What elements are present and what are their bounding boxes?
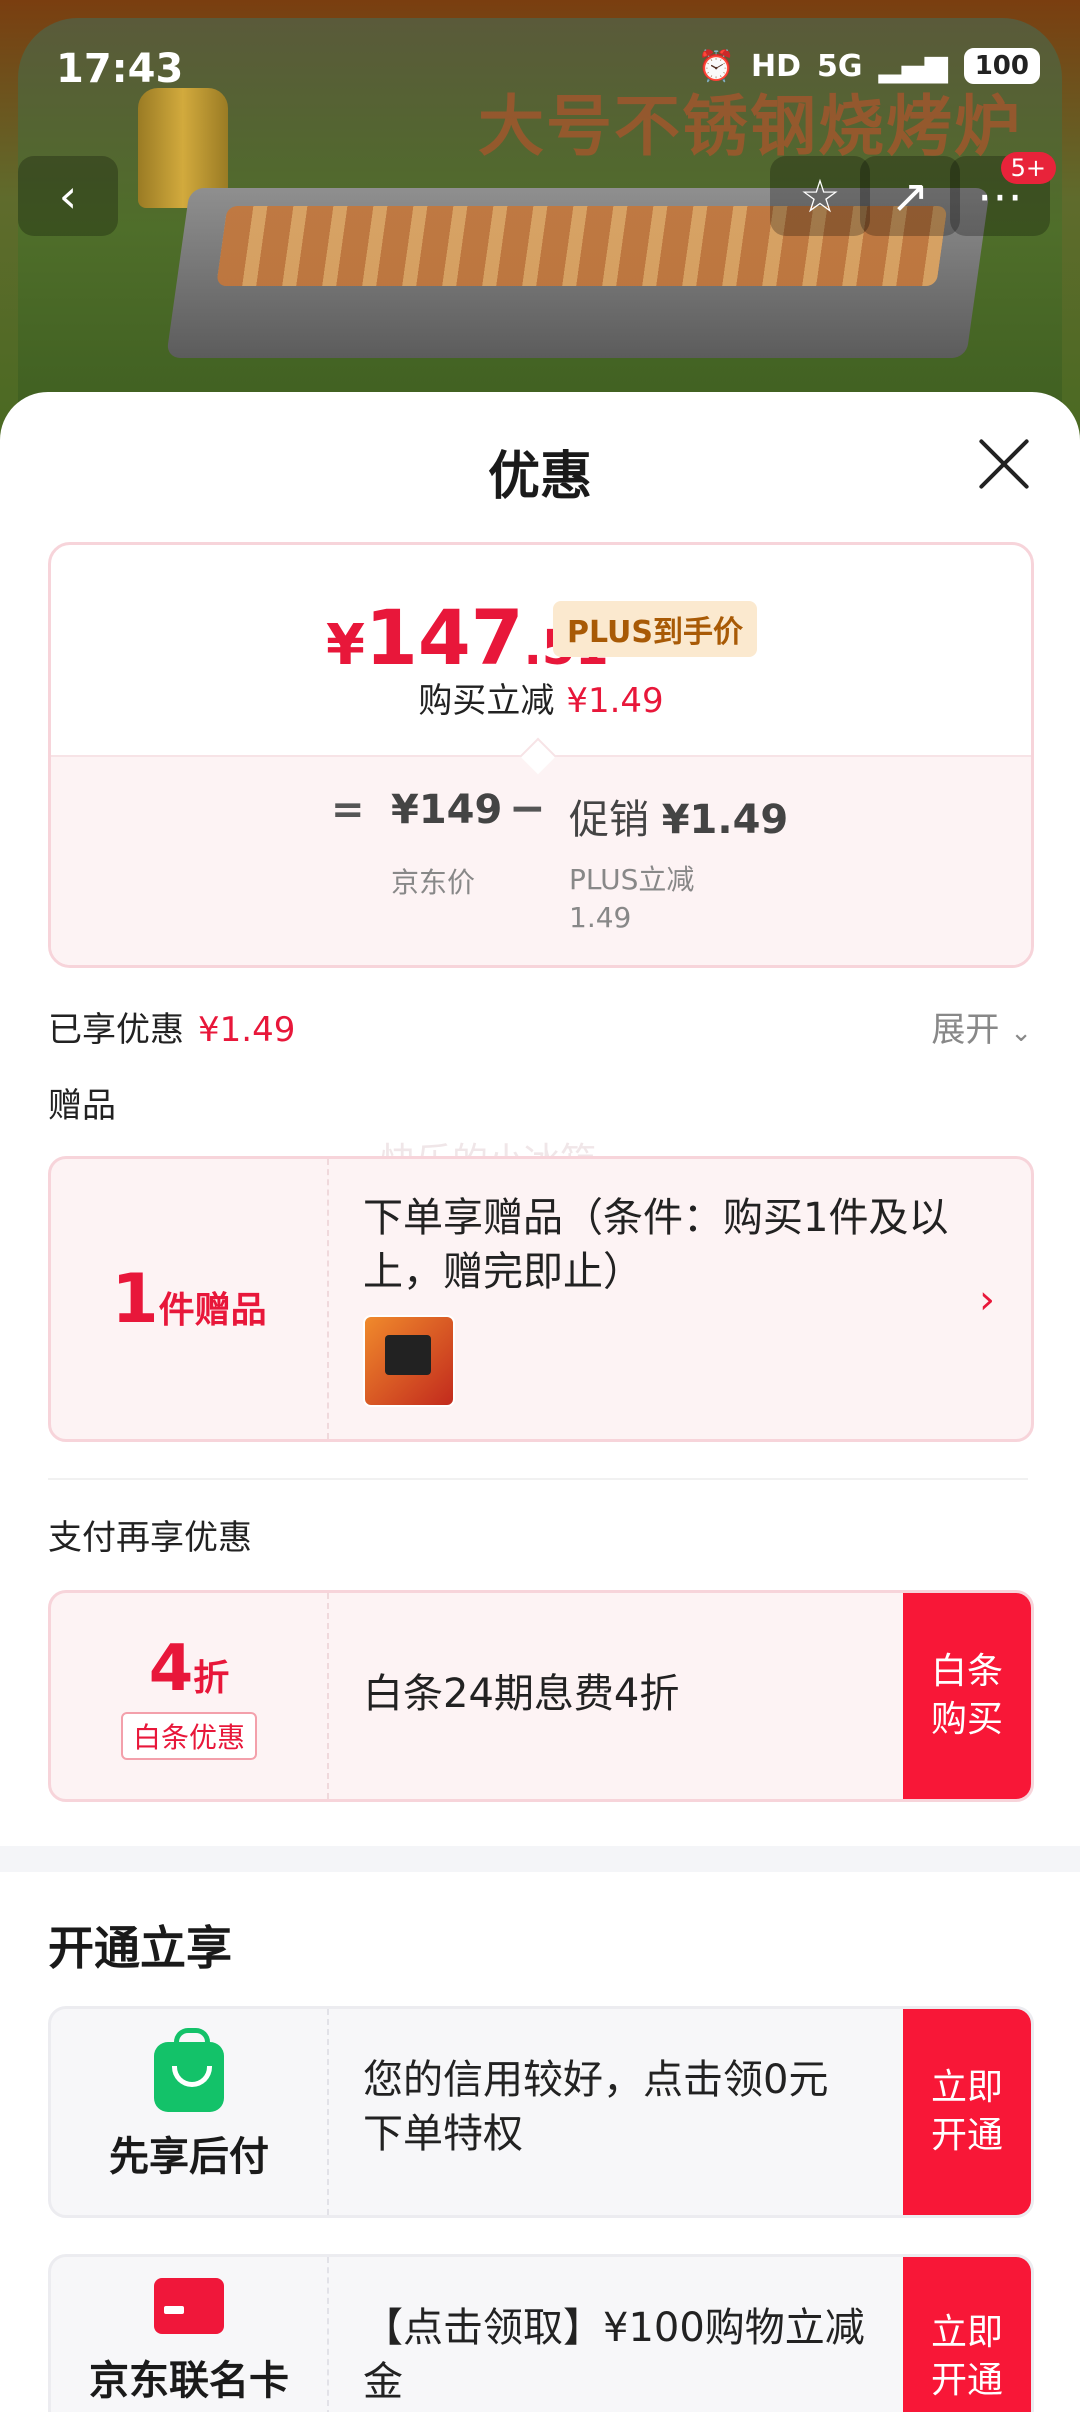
gift-section-label: 赠品 (48, 1086, 116, 1126)
price-summary: ¥147.51 PLUS到手价 购买立减¥1.49 (51, 545, 1031, 755)
discount-number: 4 (148, 1632, 194, 1706)
expand-button[interactable]: 展开 ⌄ (931, 1002, 1032, 1051)
jd-price-label: 京东价 (391, 866, 476, 899)
promo-label: 促销 (569, 797, 649, 843)
pay-later-panel: 先享后付 (51, 2009, 329, 2215)
baitiao-tag: 白条优惠 (120, 1712, 257, 1760)
jd-co-brand-card[interactable]: 京东联名卡 【点击领取】¥100购物立减金 立即开通 (48, 2254, 1034, 2412)
close-icon[interactable] (976, 436, 1032, 492)
gift-thumbnail (363, 1315, 455, 1407)
jd-card-panel: 京东联名卡 (51, 2257, 329, 2412)
currency-symbol: ¥ (326, 613, 365, 678)
alarm-icon: ⏰ (697, 48, 735, 84)
star-icon: ☆ (799, 169, 841, 223)
promo-discount: 促销 ¥1.49 (569, 787, 788, 845)
enjoyed-label: 已享优惠 (48, 1010, 184, 1050)
baitiao-discount-panel: 4折 白条优惠 (51, 1593, 329, 1799)
jd-card-name: 京东联名卡 (89, 2358, 289, 2404)
signal-icon: 5G (817, 48, 863, 84)
baitiao-card[interactable]: 4折 白条优惠 白条24期息费4折 白条购买 (48, 1590, 1034, 1802)
plus-discount-label: PLUS立减1.49 (569, 863, 695, 934)
gift-description: 下单享赠品（条件：购买1件及以上，赠完即止） (363, 1195, 949, 1295)
discount-sheet: 优惠 ¥147.51 PLUS到手价 购买立减¥1.49 = ¥149 − 促销… (0, 392, 1080, 2412)
jd-card-open-button[interactable]: 立即开通 (903, 2257, 1031, 2412)
pay-later-card[interactable]: 先享后付 您的信用较好，点击领0元下单特权 立即开通 (48, 2006, 1034, 2218)
section-separator-band (0, 1846, 1080, 1872)
signal-bars-icon: ▂▄▆ (878, 48, 948, 84)
minus-sign: − (509, 783, 546, 834)
share-icon: ↗ (890, 169, 930, 223)
notification-badge: 5+ (1000, 152, 1056, 184)
favorite-button[interactable]: ☆ (770, 156, 870, 236)
price-breakdown-card: ¥147.51 PLUS到手价 购买立减¥1.49 = ¥149 − 促销 ¥1… (48, 542, 1034, 968)
baitiao-buy-button[interactable]: 白条购买 (903, 1593, 1031, 1799)
instant-discount-label: 购买立减 (418, 681, 555, 721)
status-bar: 17:43 ⏰ HD 5G ▂▄▆ 100 (0, 40, 1080, 100)
open-section-title: 开通立享 (48, 1921, 232, 1975)
gift-count-number: 1 (111, 1259, 159, 1339)
jd-card-text: 【点击领取】¥100购物立减金 (363, 2305, 865, 2405)
promo-value: ¥1.49 (661, 797, 789, 843)
price-formula: = ¥149 − 促销 ¥1.49 京东价 PLUS立减1.49 (51, 755, 1031, 965)
equals-sign: = (331, 787, 365, 833)
plus-price-tag: PLUS到手价 (553, 601, 758, 657)
baitiao-discount: 4折 (149, 1632, 230, 1706)
instant-discount-value: ¥1.49 (566, 681, 664, 721)
credit-card-icon (154, 2278, 224, 2334)
jd-price-value: ¥149 (391, 787, 503, 833)
sheet-title: 优惠 (487, 447, 592, 507)
battery-icon: 100 (963, 48, 1040, 84)
share-button[interactable]: ↗ (860, 156, 960, 236)
gift-count-panel: 1件赠品 (51, 1159, 329, 1439)
pay-later-open-button[interactable]: 立即开通 (903, 2009, 1031, 2215)
chevron-right-icon: › (979, 1277, 995, 1323)
gift-count-suffix: 件赠品 (158, 1289, 267, 1331)
gift-count: 1件赠品 (111, 1260, 266, 1339)
pay-later-text: 您的信用较好，点击领0元下单特权 (363, 2057, 829, 2157)
price-integer: 147 (364, 593, 524, 682)
enjoyed-discount: 已享优惠 ¥1.49 (48, 1002, 295, 1051)
status-time: 17:43 (56, 46, 184, 92)
section-divider (48, 1478, 1028, 1480)
discount-suffix: 折 (193, 1658, 230, 1699)
back-button[interactable]: ‹ (18, 156, 118, 236)
enjoyed-value: ¥1.49 (198, 1010, 296, 1050)
gift-card[interactable]: 1件赠品 下单享赠品（条件：购买1件及以上，赠完即止） › (48, 1156, 1034, 1442)
instant-discount: 购买立减 ¥1.49 (51, 673, 1031, 722)
hd-icon: HD (750, 48, 801, 84)
expand-label: 展开 (931, 1010, 1000, 1050)
status-icons: ⏰ HD 5G ▂▄▆ 100 (698, 48, 1040, 84)
shopping-bag-icon (154, 2028, 224, 2112)
pay-later-name: 先享后付 (109, 2134, 269, 2180)
chevron-down-icon: ⌄ (1010, 1018, 1032, 1048)
pay-section-label: 支付再享优惠 (48, 1518, 252, 1558)
baitiao-text: 白条24期息费4折 (363, 1671, 680, 1717)
chevron-left-icon: ‹ (58, 169, 78, 223)
